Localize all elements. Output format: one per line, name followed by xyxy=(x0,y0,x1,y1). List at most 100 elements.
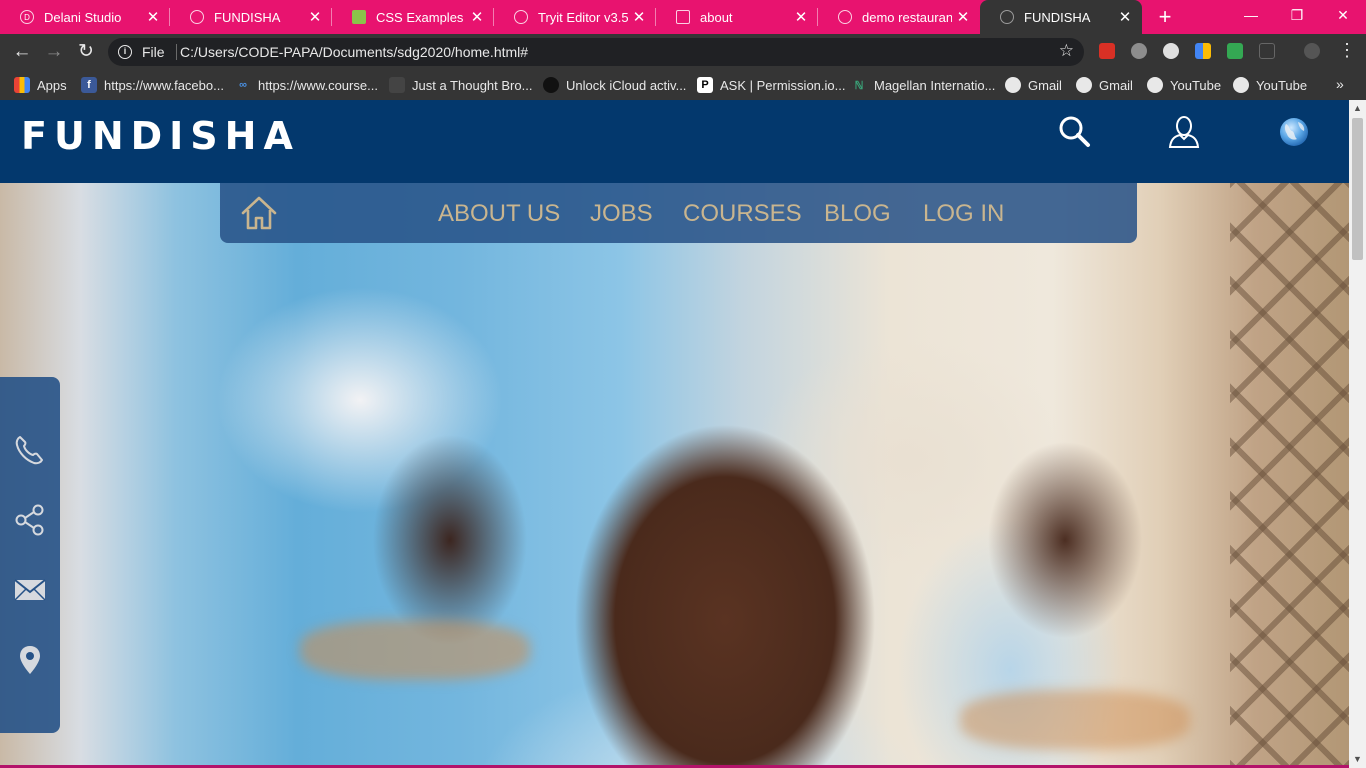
bookmark-label: YouTube xyxy=(1170,77,1222,93)
location-pin-icon[interactable] xyxy=(13,643,47,677)
bookmark-label: Apps xyxy=(37,77,67,93)
forward-arrow-icon[interactable]: → xyxy=(42,40,66,64)
tab-title: about xyxy=(700,9,733,25)
hero-window-lattice xyxy=(1230,180,1349,768)
scroll-down-arrow-icon[interactable]: ▼ xyxy=(1349,751,1366,768)
bookmarks-overflow-button[interactable]: » xyxy=(1336,76,1344,92)
site-header: FUNDISHA xyxy=(0,100,1349,183)
bookmark-label: Unlock iCloud activ... xyxy=(566,77,687,93)
tab-close-icon[interactable]: ✕ xyxy=(790,8,812,26)
tab-title: Tryit Editor v3.5 xyxy=(538,9,628,25)
page-scrollbar[interactable]: ▲ ▼ xyxy=(1349,100,1366,768)
bookmarks-bar: Apps f https://www.facebo... ∞ https://w… xyxy=(0,70,1366,100)
search-icon[interactable] xyxy=(1056,114,1092,150)
tab-demo-restaurant[interactable]: demo restaurant ✕ xyxy=(818,0,980,34)
scroll-up-arrow-icon[interactable]: ▲ xyxy=(1349,100,1366,117)
bookmark-youtube-1[interactable]: YouTube xyxy=(1147,76,1221,94)
tab-close-icon[interactable]: ✕ xyxy=(628,8,650,26)
address-divider xyxy=(176,44,177,60)
bookmark-just-a-thought[interactable]: Just a Thought Bro... xyxy=(389,76,532,94)
globe-icon xyxy=(1076,77,1092,93)
globe-icon xyxy=(1147,77,1163,93)
tab-favicon-icon xyxy=(838,10,852,24)
extension-gray-icon[interactable] xyxy=(1131,43,1147,59)
restore-button[interactable]: ❐ xyxy=(1274,0,1320,34)
address-url[interactable]: C:/Users/CODE-PAPA/Documents/sdg2020/hom… xyxy=(180,44,528,60)
bookmark-label: Gmail xyxy=(1028,77,1062,93)
tab-about[interactable]: about ✕ xyxy=(656,0,818,34)
tab-close-icon[interactable]: ✕ xyxy=(466,8,488,26)
extension-compass-icon[interactable] xyxy=(1163,43,1179,59)
nav-link-jobs[interactable]: JOBS xyxy=(590,200,653,228)
apps-grid-icon xyxy=(14,77,30,93)
bookmark-label: YouTube xyxy=(1256,77,1308,93)
extension-red-icon[interactable] xyxy=(1099,43,1115,59)
tab-fundisha[interactable]: FUNDISHA ✕ xyxy=(170,0,332,34)
tab-title: FUNDISHA xyxy=(1024,9,1091,25)
nav-link-log-in[interactable]: LOG IN xyxy=(923,200,1004,228)
close-window-button[interactable]: ✕ xyxy=(1320,0,1366,34)
minimize-button[interactable]: — xyxy=(1228,0,1274,34)
share-icon[interactable] xyxy=(13,503,47,537)
bookmark-apps[interactable]: Apps xyxy=(14,76,67,94)
bookmark-youtube-2[interactable]: YouTube xyxy=(1233,76,1307,94)
page-icon xyxy=(389,77,405,93)
address-bar[interactable]: i File C:/Users/CODE-PAPA/Documents/sdg2… xyxy=(108,38,1084,66)
mail-icon[interactable] xyxy=(13,573,47,607)
bookmark-label: Magellan Internatio... xyxy=(874,77,996,93)
tab-title: Delani Studio xyxy=(44,9,122,25)
coursera-icon: ∞ xyxy=(239,79,247,91)
nav-link-courses[interactable]: COURSES xyxy=(683,200,802,228)
page-viewport: FUNDISHA ABOUT US JOBS COURSES BLOG LOG … xyxy=(0,100,1366,768)
permission-icon: P xyxy=(697,77,713,93)
scroll-thumb[interactable] xyxy=(1352,118,1363,260)
tab-close-icon[interactable]: ✕ xyxy=(304,8,326,26)
reload-icon[interactable]: ↻ xyxy=(74,40,98,64)
back-arrow-icon[interactable]: ← xyxy=(10,40,34,64)
tab-close-icon[interactable]: ✕ xyxy=(952,8,974,26)
user-icon[interactable] xyxy=(1166,114,1202,150)
hero-desk-right xyxy=(960,690,1190,750)
tab-tryit-editor[interactable]: Tryit Editor v3.5 ✕ xyxy=(494,0,656,34)
site-logo[interactable]: FUNDISHA xyxy=(21,114,300,158)
browser-toolbar: ← → ↻ i File C:/Users/CODE-PAPA/Document… xyxy=(0,34,1366,70)
sheets-extension-icon[interactable] xyxy=(1227,43,1243,59)
extension-doc-icon[interactable] xyxy=(1259,43,1275,59)
contact-side-panel xyxy=(0,377,60,733)
bookmark-magellan[interactable]: ℕ Magellan Internatio... xyxy=(851,76,996,94)
profile-avatar-icon[interactable] xyxy=(1304,43,1320,59)
phone-icon[interactable] xyxy=(13,433,47,467)
tab-delani-studio[interactable]: D Delani Studio ✕ xyxy=(0,0,170,34)
tab-favicon-icon xyxy=(514,10,528,24)
tab-close-icon[interactable]: ✕ xyxy=(142,8,164,26)
tab-title: CSS Examples xyxy=(376,9,464,25)
bookmark-gmail-2[interactable]: Gmail xyxy=(1076,76,1133,94)
bookmark-star-icon[interactable]: ☆ xyxy=(1059,41,1074,61)
tab-favicon-icon xyxy=(190,10,204,24)
magellan-icon: ℕ xyxy=(854,79,864,92)
w3schools-icon xyxy=(352,10,366,24)
bookmark-label: https://www.facebo... xyxy=(104,77,224,93)
bookmark-icloud[interactable]: Unlock iCloud activ... xyxy=(543,76,686,94)
bookmark-coursera[interactable]: ∞ https://www.course... xyxy=(235,76,378,94)
bookmark-label: ASK | Permission.io... xyxy=(720,77,846,93)
globe-icon xyxy=(1233,77,1249,93)
extension-grid-icon[interactable] xyxy=(1195,43,1211,59)
home-icon[interactable] xyxy=(240,195,278,231)
browser-menu-icon[interactable]: ⋮ xyxy=(1338,40,1356,61)
site-info-icon[interactable]: i xyxy=(118,45,132,59)
bookmark-label: Gmail xyxy=(1099,77,1133,93)
nav-link-blog[interactable]: BLOG xyxy=(824,200,891,228)
globe-icon[interactable] xyxy=(1276,114,1312,150)
tab-close-icon[interactable]: ✕ xyxy=(1114,8,1136,26)
tab-css-examples[interactable]: CSS Examples ✕ xyxy=(332,0,494,34)
tab-title: FUNDISHA xyxy=(214,9,281,25)
bookmark-facebook[interactable]: f https://www.facebo... xyxy=(81,76,224,94)
tab-strip: D Delani Studio ✕ FUNDISHA ✕ CSS Example… xyxy=(0,0,1366,34)
facebook-icon: f xyxy=(81,77,97,93)
bookmark-gmail-1[interactable]: Gmail xyxy=(1005,76,1062,94)
nav-link-about-us[interactable]: ABOUT US xyxy=(438,200,560,228)
bookmark-permission[interactable]: P ASK | Permission.io... xyxy=(697,76,845,94)
tab-fundisha-active[interactable]: FUNDISHA ✕ xyxy=(980,0,1142,34)
new-tab-button[interactable]: + xyxy=(1153,4,1177,30)
